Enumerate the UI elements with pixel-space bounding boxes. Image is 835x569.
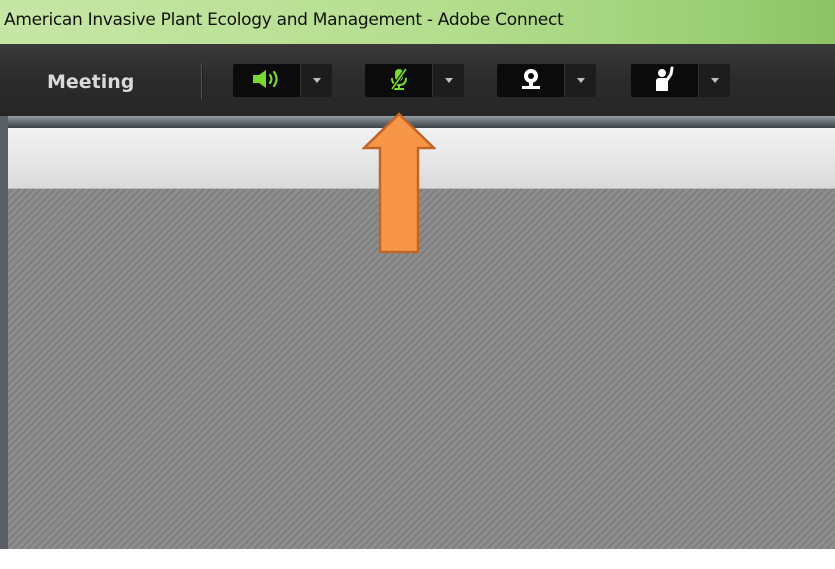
chevron-down-icon: [444, 78, 453, 83]
speaker-dropdown[interactable]: [300, 64, 332, 97]
webcam-icon: [518, 67, 544, 95]
window-title: American Invasive Plant Ecology and Mana…: [4, 10, 564, 30]
raise-hand-button[interactable]: [631, 64, 698, 97]
webcam-dropdown[interactable]: [564, 64, 596, 97]
meeting-toolbar: Meeting: [0, 44, 835, 116]
microphone-muted-icon: [386, 66, 412, 96]
toolbar-divider: [201, 63, 202, 99]
webcam-button[interactable]: [497, 64, 564, 97]
chevron-down-icon: [710, 78, 719, 83]
microphone-dropdown[interactable]: [432, 64, 464, 97]
speaker-button[interactable]: [233, 64, 300, 97]
window-bottom-margin: [0, 549, 835, 569]
annotation-up-arrow: [362, 112, 436, 254]
title-bar: American Invasive Plant Ecology and Mana…: [0, 0, 835, 44]
raise-hand-icon: [651, 66, 679, 96]
chevron-down-icon: [312, 78, 321, 83]
speaker-icon: [250, 68, 284, 94]
meeting-menu[interactable]: Meeting: [47, 71, 134, 93]
adobe-connect-window: American Invasive Plant Ecology and Mana…: [0, 0, 835, 569]
webcam-button-group: [497, 64, 596, 97]
raise-hand-dropdown[interactable]: [698, 64, 730, 97]
microphone-button[interactable]: [365, 64, 432, 97]
window-left-edge: [0, 116, 8, 549]
chevron-down-icon: [576, 78, 585, 83]
raise-hand-button-group: [631, 64, 730, 97]
speaker-button-group: [233, 64, 332, 97]
microphone-button-group: [365, 64, 464, 97]
